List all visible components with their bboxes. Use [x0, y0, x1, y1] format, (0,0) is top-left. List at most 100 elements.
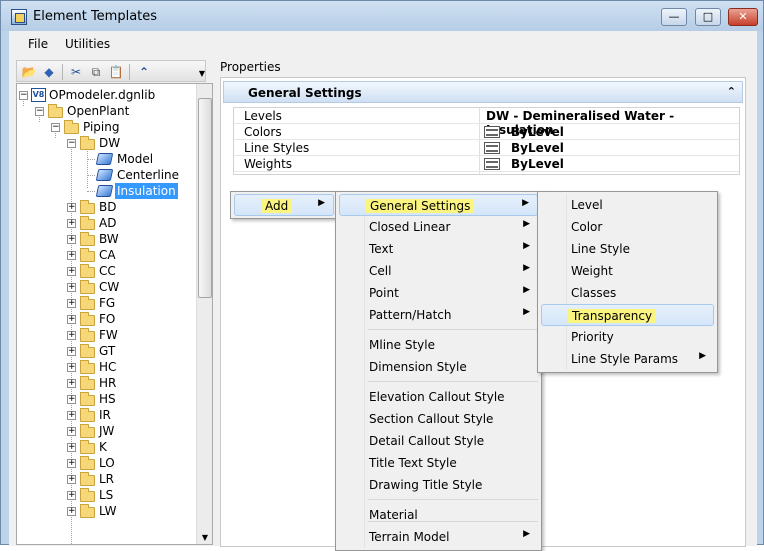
property-value[interactable]: ByLevel [484, 141, 564, 155]
property-value[interactable]: ByLevel [484, 157, 564, 171]
menu-item-weight[interactable]: Weight [541, 260, 714, 282]
tree-item-hs[interactable]: + HS [67, 391, 187, 407]
collapse-icon[interactable]: − [19, 91, 28, 100]
collapse-icon[interactable]: − [67, 139, 76, 148]
tree-scrollbar[interactable]: ▼ [196, 84, 212, 544]
menu-item-elevation-callout-style[interactable]: Elevation Callout Style [339, 386, 538, 408]
open-folder-icon[interactable]: 📂 [21, 64, 37, 80]
template-tree[interactable]: − V8 OPmodeler.dgnlib − OpenPlant − Pipi… [16, 83, 213, 545]
menu-item-transparency[interactable]: Transparency [541, 304, 714, 326]
expand-icon[interactable]: + [67, 379, 76, 388]
expand-icon[interactable]: + [67, 283, 76, 292]
tree-item-gt[interactable]: + GT [67, 343, 187, 359]
expand-icon[interactable]: + [67, 251, 76, 260]
collapse-icon[interactable]: − [35, 107, 44, 116]
property-row-colors[interactable]: Colors ByLevel [234, 124, 739, 140]
menu-item-general-settings[interactable]: General Settings ▶ [339, 194, 538, 216]
tree-item-hc[interactable]: + HC [67, 359, 187, 375]
template-icon[interactable]: ◆ [41, 64, 57, 80]
expand-icon[interactable]: + [67, 219, 76, 228]
expand-icon[interactable]: + [67, 203, 76, 212]
menu-item-priority[interactable]: Priority [541, 326, 714, 348]
tree-item-ca[interactable]: + CA [67, 247, 187, 263]
menu-item-cell[interactable]: Cell ▶ [339, 260, 538, 282]
collapse-icon[interactable]: − [51, 123, 60, 132]
tree-item-cc[interactable]: + CC [67, 263, 187, 279]
expand-icon[interactable]: + [67, 411, 76, 420]
expand-icon[interactable]: + [67, 491, 76, 500]
property-row-weights[interactable]: Weights ByLevel [234, 156, 739, 172]
copy-icon[interactable]: ⧉ [88, 64, 104, 80]
menu-item-pattern-hatch[interactable]: Pattern/Hatch ▶ [339, 304, 538, 326]
menu-item-detail-callout-style[interactable]: Detail Callout Style [339, 430, 538, 452]
menu-item-title-text-style[interactable]: Title Text Style [339, 452, 538, 474]
tree-item-ad[interactable]: + AD [67, 215, 187, 231]
menu-item-section-callout-style[interactable]: Section Callout Style [339, 408, 538, 430]
tree-item-fw[interactable]: + FW [67, 327, 187, 343]
tree-item-k[interactable]: + K [67, 439, 187, 455]
expand-icon[interactable]: + [67, 443, 76, 452]
menu-item-dimension-style[interactable]: Dimension Style [339, 356, 538, 378]
expand-icon[interactable]: + [67, 507, 76, 516]
menu-item-color[interactable]: Color [541, 216, 714, 238]
expand-icon[interactable]: + [67, 235, 76, 244]
tree-item-bd[interactable]: + BD [67, 199, 187, 215]
expand-icon[interactable]: + [67, 331, 76, 340]
menu-item-material[interactable]: Material [339, 504, 538, 526]
tree-item-fg[interactable]: + FG [67, 295, 187, 311]
expand-icon[interactable]: + [67, 315, 76, 324]
expand-icon[interactable]: + [67, 299, 76, 308]
tree-item-ir[interactable]: + IR [67, 407, 187, 423]
tree-item-dw[interactable]: − DW [67, 135, 187, 151]
property-value[interactable]: ByLevel [484, 125, 564, 139]
menu-utilities[interactable]: Utilities [65, 37, 110, 51]
cut-icon[interactable]: ✂ [68, 64, 84, 80]
tree-item-lw[interactable]: + LW [67, 503, 187, 519]
expand-icon[interactable]: + [67, 267, 76, 276]
paste-icon[interactable]: 📋 [108, 64, 124, 80]
tree-item-fo[interactable]: + FO [67, 311, 187, 327]
general-settings-header[interactable]: General Settings ⌃ [223, 81, 743, 103]
scroll-down-icon[interactable]: ▼ [197, 533, 212, 542]
menu-file[interactable]: File [28, 37, 48, 51]
collapse-section-icon[interactable]: ⌃ [727, 85, 736, 98]
menu-item-add[interactable]: Add ▶ [234, 194, 334, 216]
menu-item-level[interactable]: Level [541, 194, 714, 216]
tree-item-lr[interactable]: + LR [67, 471, 187, 487]
menu-item-line-style-params[interactable]: Line Style Params ▶ [541, 348, 714, 370]
expand-icon[interactable]: + [67, 395, 76, 404]
tree-item-hr[interactable]: + HR [67, 375, 187, 391]
tree-item-bw[interactable]: + BW [67, 231, 187, 247]
tree-item-library[interactable]: − V8 OPmodeler.dgnlib [19, 87, 199, 103]
property-row-line-styles[interactable]: Line Styles ByLevel [234, 140, 739, 156]
menu-item-closed-linear[interactable]: Closed Linear ▶ [339, 216, 538, 238]
tree-item-piping[interactable]: − Piping [51, 119, 191, 135]
pane-splitter-arrow-icon[interactable]: ▼ [197, 69, 207, 81]
expand-icon[interactable]: + [67, 427, 76, 436]
menu-item-line-style[interactable]: Line Style [541, 238, 714, 260]
close-button[interactable]: ✕ [728, 8, 758, 26]
expand-icon[interactable]: + [67, 475, 76, 484]
tree-item-jw[interactable]: + JW [67, 423, 187, 439]
tree-item-insulation[interactable]: Insulation [87, 183, 195, 199]
maximize-button[interactable]: □ [695, 8, 721, 26]
menu-item-point[interactable]: Point ▶ [339, 282, 538, 304]
tree-item-model[interactable]: Model [87, 151, 195, 167]
tree-item-lo[interactable]: + LO [67, 455, 187, 471]
expand-icon[interactable]: + [67, 363, 76, 372]
property-row-levels[interactable]: Levels DW - Demineralised Water - Insulat… [234, 108, 739, 137]
title-bar[interactable]: Element Templates — □ ✕ [1, 1, 763, 31]
menu-item-classes[interactable]: Classes [541, 282, 714, 304]
tree-item-openplant[interactable]: − OpenPlant [35, 103, 195, 119]
tree-item-ls[interactable]: + LS [67, 487, 187, 503]
expand-icon[interactable]: + [67, 347, 76, 356]
menu-item-text[interactable]: Text ▶ [339, 238, 538, 260]
menu-item-drawing-title-style[interactable]: Drawing Title Style [339, 474, 538, 496]
chevron-up-icon[interactable]: ⌃ [136, 64, 152, 80]
minimize-button[interactable]: — [661, 8, 687, 26]
tree-item-cw[interactable]: + CW [67, 279, 187, 295]
scrollbar-thumb[interactable] [198, 98, 212, 298]
tree-item-centerline[interactable]: Centerline [87, 167, 195, 183]
menu-item-mline-style[interactable]: Mline Style [339, 334, 538, 356]
expand-icon[interactable]: + [67, 459, 76, 468]
